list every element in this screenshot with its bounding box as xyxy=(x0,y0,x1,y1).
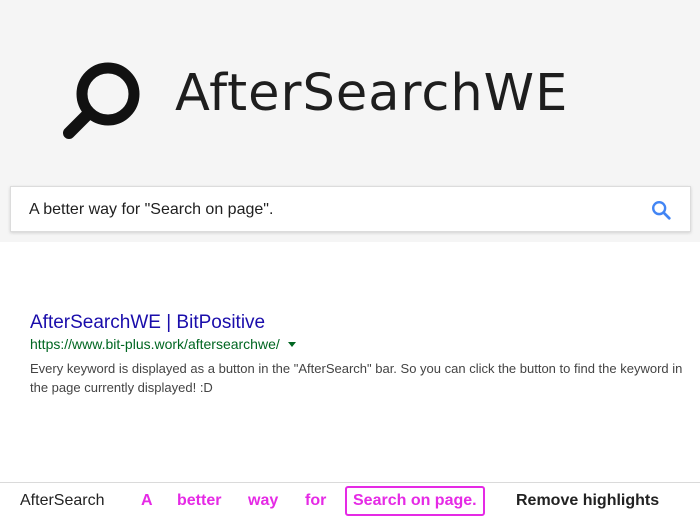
result-url-row: https://www.bit-plus.work/aftersearchwe/ xyxy=(30,336,690,352)
url-dropdown-icon[interactable] xyxy=(287,341,296,347)
search-input[interactable]: A better way for "Search on page". xyxy=(29,201,273,219)
result-title-link[interactable]: AfterSearchWE | BitPositive xyxy=(30,312,690,334)
aftersearch-bar-label: AfterSearch xyxy=(20,492,105,509)
magnifier-icon xyxy=(63,62,140,139)
hero-banner: AfterSearchWE A better way for "Search o… xyxy=(0,0,700,242)
keyword-button-a[interactable]: A xyxy=(141,492,153,510)
keyword-button-way[interactable]: way xyxy=(248,492,278,510)
keyword-button-better[interactable]: better xyxy=(177,492,221,510)
aftersearch-bar: AfterSearch A better way for Search on p… xyxy=(0,482,700,521)
search-box[interactable]: A better way for "Search on page". xyxy=(10,186,691,232)
result-description: Every keyword is displayed as a button i… xyxy=(30,361,683,395)
keyword-button-for[interactable]: for xyxy=(305,492,326,510)
result-url: https://www.bit-plus.work/aftersearchwe/ xyxy=(30,336,280,352)
search-icon[interactable] xyxy=(650,199,672,221)
app-title: AfterSearchWE xyxy=(175,64,569,123)
remove-highlights-button[interactable]: Remove highlights xyxy=(516,492,659,510)
search-result: AfterSearchWE | BitPositive https://www.… xyxy=(30,312,690,397)
keyword-button-search-on-page[interactable]: Search on page. xyxy=(345,486,485,516)
